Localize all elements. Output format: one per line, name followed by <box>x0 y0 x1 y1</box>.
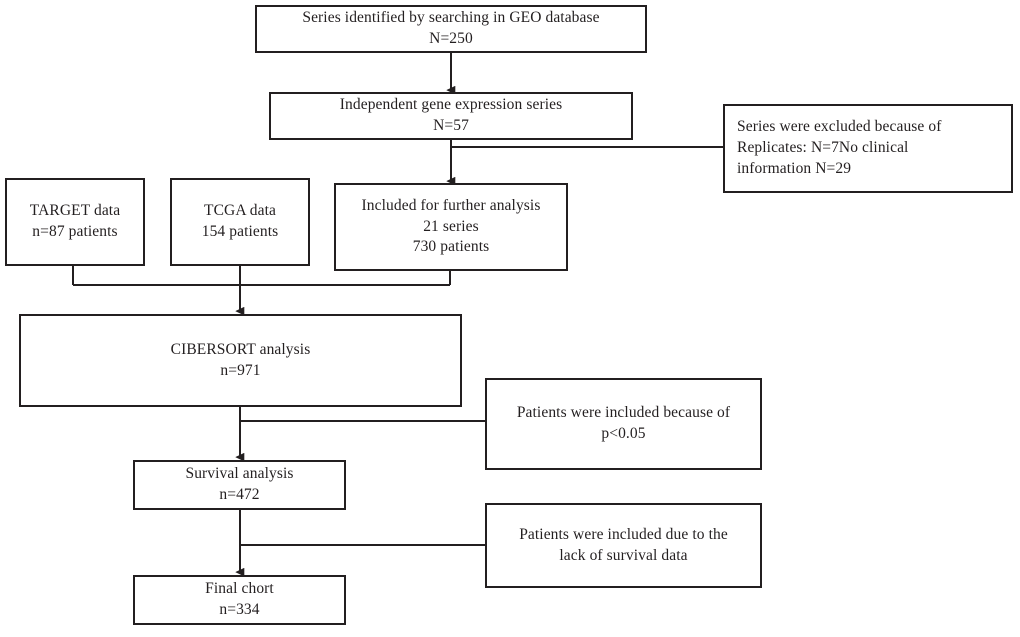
node-survival-analysis-line: n=472 <box>219 486 260 503</box>
node-series-excluded-line: Replicates: N=7No clinical <box>737 139 909 157</box>
node-cibersort-analysis-line: n=971 <box>220 361 261 379</box>
node-final-cohort-line: n=334 <box>219 601 260 618</box>
node-series-excluded-line: information N=29 <box>737 159 852 177</box>
node-cibersort-analysis: CIBERSORT analysis n=971 <box>19 314 462 407</box>
node-included-further-analysis-line: 21 series <box>423 217 479 235</box>
node-final-cohort: Final chort n=334 <box>133 575 346 625</box>
node-tcga-data-line: 154 patients <box>201 223 279 240</box>
flowchart-diagram: Series identified by searching in GEO da… <box>0 0 1020 637</box>
node-target-data-line: TARGET data <box>29 202 121 220</box>
node-included-further-analysis-line: Included for further analysis <box>361 196 541 214</box>
node-included-further-analysis: Included for further analysis 21 series 73… <box>334 183 568 271</box>
node-patients-included-pvalue-line: Patients were included because of <box>516 404 731 422</box>
node-independent-series-line: Independent gene expression series <box>339 96 563 114</box>
node-cibersort-analysis-line: CIBERSORT analysis <box>170 340 311 358</box>
node-series-identified-line: Series identified by searching in GEO da… <box>302 9 600 27</box>
node-survival-analysis: Survival analysis n=472 <box>133 460 346 510</box>
node-target-data: TARGET data n=87 patients <box>5 178 145 266</box>
node-series-excluded: Series were excluded because of Replicat… <box>723 104 1013 193</box>
node-independent-series-line: N=57 <box>433 117 469 134</box>
node-survival-analysis-line: Survival analysis <box>185 465 294 483</box>
node-patients-included-lack-survival: Patients were included due to the lack of… <box>485 503 762 588</box>
node-patients-included-pvalue: Patients were included because of p<0.05 <box>485 378 762 470</box>
node-included-further-analysis-line: 730 patients <box>412 238 490 256</box>
node-patients-included-lack-survival-line: lack of survival data <box>559 546 688 564</box>
node-tcga-data-line: TCGA data <box>204 202 276 220</box>
node-series-identified: Series identified by searching in GEO da… <box>255 5 647 53</box>
node-patients-included-pvalue-line: p<0.05 <box>601 425 646 442</box>
node-tcga-data: TCGA data 154 patients <box>170 178 310 266</box>
node-independent-series: Independent gene expression series N=57 <box>269 92 633 140</box>
node-final-cohort-line: Final chort <box>205 580 274 598</box>
node-series-excluded-line: Series were excluded because of <box>737 118 942 136</box>
node-target-data-line: n=87 patients <box>32 223 118 240</box>
node-series-identified-line: N=250 <box>429 30 473 47</box>
node-patients-included-lack-survival-line: Patients were included due to the <box>519 525 728 543</box>
